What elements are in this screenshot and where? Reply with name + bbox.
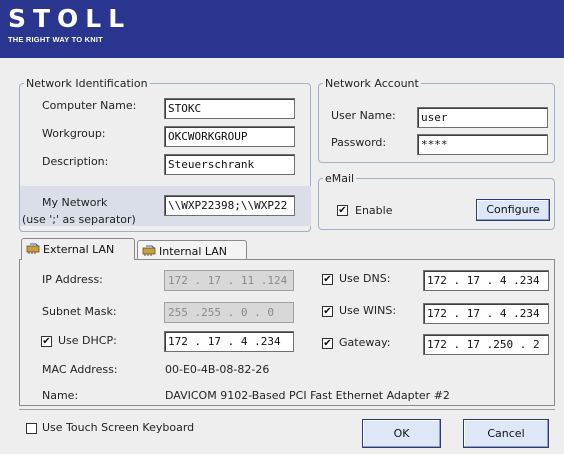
computer-name-label: Computer Name: xyxy=(42,99,137,112)
gateway-checkbox[interactable]: ✔ xyxy=(322,338,333,349)
check-mark-icon: ✔ xyxy=(338,205,347,216)
ok-button[interactable]: OK xyxy=(362,419,441,448)
check-mark-icon: ✔ xyxy=(42,336,51,347)
network-account-title: Network Account xyxy=(325,77,419,90)
dns-field[interactable]: 172 . 17 . 4 .234 xyxy=(423,270,549,291)
header-banner: STOLL THE RIGHT WAY TO KNIT xyxy=(0,0,564,58)
tab-internal-lan[interactable]: Internal LAN xyxy=(137,240,247,260)
description-field[interactable]: Steuerschrank xyxy=(164,154,295,175)
email-title: eMail xyxy=(325,172,355,185)
check-mark-icon: ✔ xyxy=(323,306,332,317)
use-wins-checkbox[interactable]: ✔ xyxy=(322,306,333,317)
use-dhcp-checkbox[interactable]: ✔ xyxy=(41,336,52,347)
check-mark-icon: ✔ xyxy=(323,338,332,349)
use-dns-label: Use DNS: xyxy=(339,272,391,285)
adapter-name-label: Name: xyxy=(42,389,79,402)
subnet-mask-label: Subnet Mask: xyxy=(42,305,117,318)
my-network-hint: (use ';' as separator) xyxy=(22,213,136,226)
network-card-icon xyxy=(26,243,40,254)
gateway-field[interactable]: 172 . 17 .250 . 2 xyxy=(423,334,549,355)
ip-address-label: IP Address: xyxy=(42,273,103,286)
password-label: Password: xyxy=(331,136,387,149)
my-network-field[interactable]: \\WXP22398;\\WXP22 xyxy=(164,195,295,216)
wins-field[interactable]: 172 . 17 . 4 .234 xyxy=(423,303,549,324)
workgroup-field[interactable]: OKCWORKGROUP xyxy=(164,126,295,147)
subnet-mask-field[interactable]: 255 .255 . 0 . 0 xyxy=(164,302,294,323)
dialog-body: Network Identification Computer Name: ST… xyxy=(0,58,564,454)
user-name-field[interactable]: user xyxy=(417,107,548,128)
my-network-label: My Network xyxy=(42,196,108,209)
logo-tagline: THE RIGHT WAY TO KNIT xyxy=(8,35,103,44)
mac-address-label: MAC Address: xyxy=(42,363,118,376)
ip-address-field[interactable]: 172 . 17 . 11 .124 xyxy=(164,270,294,291)
workgroup-label: Workgroup: xyxy=(42,127,106,140)
touch-keyboard-checkbox[interactable] xyxy=(26,423,37,434)
stoll-logo: STOLL xyxy=(8,4,132,33)
use-dhcp-label: Use DHCP: xyxy=(58,334,117,347)
dhcp-field[interactable]: 172 . 17 . 4 .234 xyxy=(164,331,294,352)
computer-name-field[interactable]: STOKC xyxy=(164,98,295,119)
tab-join xyxy=(22,259,134,261)
tab-external-lan[interactable]: External LAN xyxy=(21,238,135,260)
cancel-button[interactable]: Cancel xyxy=(463,419,549,448)
description-label: Description: xyxy=(42,155,109,168)
use-wins-label: Use WINS: xyxy=(339,304,397,317)
gateway-label: Gateway: xyxy=(339,336,391,349)
adapter-name-value: DAVICOM 9102-Based PCI Fast Ethernet Ada… xyxy=(165,389,450,402)
mac-address-value: 00-E0-4B-08-82-26 xyxy=(165,363,270,376)
email-enable-label: Enable xyxy=(355,204,393,217)
user-name-label: User Name: xyxy=(331,109,396,122)
check-mark-icon: ✔ xyxy=(323,274,332,285)
configure-button[interactable]: Configure xyxy=(476,199,550,221)
touch-keyboard-label: Use Touch Screen Keyboard xyxy=(42,421,195,434)
password-field[interactable]: **** xyxy=(417,134,548,155)
tab-external-lan-label: External LAN xyxy=(43,243,115,256)
email-enable-checkbox[interactable]: ✔ xyxy=(337,205,348,216)
network-identification-title: Network Identification xyxy=(26,77,148,90)
tab-internal-lan-label: Internal LAN xyxy=(159,245,228,258)
network-card-icon xyxy=(142,245,156,256)
footer-separator xyxy=(19,409,555,410)
use-dns-checkbox[interactable]: ✔ xyxy=(322,274,333,285)
